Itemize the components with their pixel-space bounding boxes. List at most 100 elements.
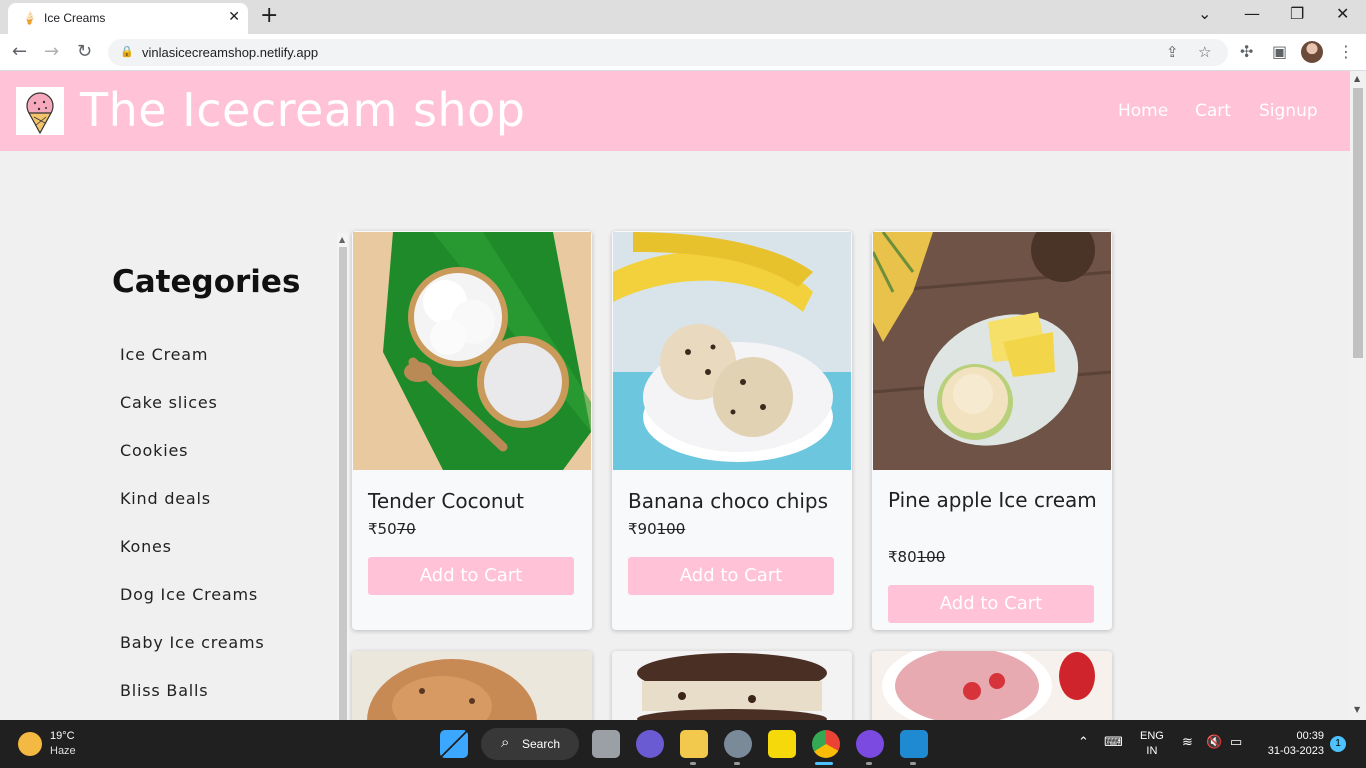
add-to-cart-button[interactable]: Add to Cart xyxy=(628,557,834,595)
language-indicator[interactable]: ENG IN xyxy=(1140,729,1164,759)
address-bar[interactable]: 🔒 vinlasicecreamshop.netlify.app ⇪ ☆ xyxy=(108,39,1228,66)
pineapple-ice-cream-image[interactable] xyxy=(873,232,1111,470)
product-name: Tender Coconut xyxy=(368,489,525,513)
nav-home-link[interactable]: Home xyxy=(1118,101,1168,121)
product-card-partial[interactable] xyxy=(352,651,592,721)
weather-condition[interactable]: Haze xyxy=(50,745,76,757)
url-text[interactable]: vinlasicecreamshop.netlify.app xyxy=(142,45,318,60)
github-desktop-icon[interactable] xyxy=(856,730,884,758)
category-dog-ice-creams[interactable]: Dog Ice Creams xyxy=(120,585,258,604)
product-list-scrollbar[interactable]: ▲ xyxy=(337,233,349,727)
scrollbar-thumb[interactable] xyxy=(339,247,347,727)
running-indicator xyxy=(734,762,740,765)
clock-date: 31-03-2023 xyxy=(1267,745,1324,757)
scroll-up-arrow-icon[interactable]: ▲ xyxy=(339,235,345,244)
original-price: 70 xyxy=(396,520,416,538)
category-baby-ice-creams[interactable]: Baby Ice creams xyxy=(120,633,265,652)
back-arrow-icon[interactable]: ← xyxy=(12,42,27,62)
product-card-partial[interactable] xyxy=(872,651,1112,721)
ice-cream-sandwich-image xyxy=(612,651,852,721)
weather-temperature[interactable]: 19°C xyxy=(50,730,75,742)
banana-choco-chips-image[interactable] xyxy=(613,232,851,470)
nav-cart-link[interactable]: Cart xyxy=(1195,101,1231,121)
wifi-icon[interactable]: ≋ xyxy=(1182,734,1193,750)
product-card: Tender Coconut ₹5070 Add to Cart xyxy=(352,231,592,630)
product-card-partial[interactable] xyxy=(612,651,852,721)
tab-title: Ice Creams xyxy=(44,11,106,25)
bookmark-star-icon[interactable]: ☆ xyxy=(1198,43,1211,61)
menu-kebab-icon[interactable]: ⋮ xyxy=(1338,42,1354,61)
currency-symbol: ₹ xyxy=(368,520,378,538)
chrome-icon[interactable] xyxy=(812,730,840,758)
page-scroll-down-icon[interactable]: ▼ xyxy=(1354,705,1360,714)
vscode-icon[interactable] xyxy=(900,730,928,758)
battery-icon[interactable]: ▭ xyxy=(1230,734,1242,750)
site-header: The Icecream shop Home Cart Signup xyxy=(0,71,1350,151)
chocolate-scoop-image xyxy=(352,651,592,721)
tab-search-icon[interactable]: ⌄ xyxy=(1198,4,1211,23)
keyboard-icon[interactable]: ⌨ xyxy=(1104,734,1123,750)
extensions-puzzle-icon[interactable]: ✣ xyxy=(1240,42,1253,61)
settings-gear-icon[interactable] xyxy=(724,730,752,758)
search-label: Search xyxy=(522,737,561,751)
minimize-icon[interactable]: — xyxy=(1244,4,1260,23)
category-kones[interactable]: Kones xyxy=(120,537,172,556)
share-icon[interactable]: ⇪ xyxy=(1166,43,1179,61)
windows-start-icon[interactable] xyxy=(440,730,468,758)
volume-muted-icon[interactable]: 🔇 xyxy=(1206,734,1222,750)
product-card: Banana choco chips ₹90100 Add to Cart xyxy=(612,231,852,630)
currency-symbol: ₹ xyxy=(628,520,638,538)
forward-arrow-icon[interactable]: → xyxy=(44,42,59,62)
site-title[interactable]: The Icecream shop xyxy=(80,83,525,137)
chat-icon[interactable] xyxy=(636,730,664,758)
side-panel-icon[interactable]: ▣ xyxy=(1272,42,1287,61)
page-scrollbar-thumb[interactable] xyxy=(1353,88,1363,358)
icecream-favicon-icon: 🍦 xyxy=(22,11,37,25)
nav-signup-link[interactable]: Signup xyxy=(1259,101,1318,121)
product-price: ₹5070 xyxy=(368,520,416,538)
close-tab-icon[interactable]: ✕ xyxy=(228,9,240,25)
clock-time: 00:39 xyxy=(1296,730,1324,742)
add-to-cart-button[interactable]: Add to Cart xyxy=(368,557,574,595)
current-price: 90 xyxy=(637,520,657,538)
search-icon: ⌕ xyxy=(501,734,510,751)
product-name: Pine apple Ice cream xyxy=(888,488,1097,512)
system-clock[interactable]: 00:39 31-03-2023 xyxy=(1262,729,1324,759)
browser-toolbar: ← → ↻ 🔒 vinlasicecreamshop.netlify.app ⇪… xyxy=(0,34,1366,71)
running-indicator xyxy=(910,762,916,765)
active-indicator xyxy=(815,762,833,765)
categories-heading: Categories xyxy=(112,264,301,300)
current-price: 50 xyxy=(377,520,397,538)
taskbar-search[interactable]: ⌕ Search xyxy=(481,728,579,760)
reload-icon[interactable]: ↻ xyxy=(77,42,92,62)
language-code: ENG xyxy=(1140,730,1164,742)
category-bliss-balls[interactable]: Bliss Balls xyxy=(120,681,208,700)
show-hidden-icons-chevron-icon[interactable]: ⌃ xyxy=(1078,734,1089,750)
currency-symbol: ₹ xyxy=(888,548,898,566)
icecream-logo-icon[interactable] xyxy=(16,87,64,135)
product-price: ₹80100 xyxy=(888,548,945,566)
tender-coconut-image[interactable] xyxy=(353,232,591,470)
new-tab-button[interactable]: + xyxy=(260,4,278,28)
category-cookies[interactable]: Cookies xyxy=(120,441,188,460)
sticky-notes-icon[interactable] xyxy=(768,730,796,758)
profile-avatar[interactable] xyxy=(1301,41,1323,63)
file-explorer-icon[interactable] xyxy=(680,730,708,758)
windows-taskbar: 19°C Haze ⌕ Search ⌃ ⌨ ENG IN ≋ 🔇 ▭ 00:3… xyxy=(0,720,1366,768)
running-indicator xyxy=(866,762,872,765)
category-cake-slices[interactable]: Cake slices xyxy=(120,393,218,412)
category-kind-deals[interactable]: Kind deals xyxy=(120,489,211,508)
window-close-icon[interactable]: ✕ xyxy=(1336,4,1349,23)
weather-haze-icon[interactable] xyxy=(18,732,42,756)
task-view-icon[interactable] xyxy=(592,730,620,758)
add-to-cart-button[interactable]: Add to Cart xyxy=(888,585,1094,623)
page-scrollbar[interactable]: ▲ ▼ xyxy=(1350,71,1366,720)
current-price: 80 xyxy=(897,548,917,566)
restore-icon[interactable]: ❐ xyxy=(1290,4,1304,23)
notification-badge[interactable]: 1 xyxy=(1330,736,1346,752)
page-scroll-up-icon[interactable]: ▲ xyxy=(1354,74,1360,83)
browser-tab-strip: 🍦 Ice Creams ✕ + ⌄ — ❐ ✕ xyxy=(0,0,1366,34)
category-ice-cream[interactable]: Ice Cream xyxy=(120,345,208,364)
browser-tab[interactable]: 🍦 Ice Creams ✕ xyxy=(8,3,248,34)
product-price: ₹90100 xyxy=(628,520,685,538)
